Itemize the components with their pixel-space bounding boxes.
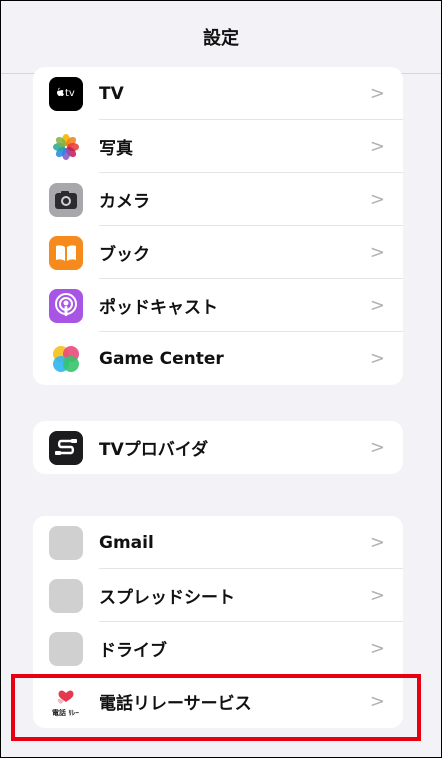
settings-row-camera[interactable]: カメラ > — [33, 173, 403, 226]
page-title: 設定 — [203, 28, 239, 49]
settings-label-tv: TV — [99, 83, 124, 104]
settings-label-podcasts: ポッドキャスト — [99, 298, 218, 318]
settings-row-tv-provider[interactable]: TVプロバイダ > — [33, 421, 403, 474]
settings-label-gmail: Gmail — [99, 532, 154, 553]
apple-tv-icon-text: tv — [65, 88, 75, 99]
sheets-icon — [49, 578, 83, 613]
settings-label-books: ブック — [99, 245, 150, 265]
chevron-right-icon: > — [369, 242, 385, 263]
apple-tv-icon: tv — [49, 76, 83, 111]
game-center-icon — [49, 341, 83, 376]
settings-group-tv-provider: TVプロバイダ > — [33, 421, 403, 474]
chevron-right-icon: > — [369, 83, 385, 104]
settings-row-tv[interactable]: tv TV > — [33, 67, 403, 120]
settings-label-photos: 写真 — [99, 139, 133, 159]
settings-row-game-center[interactable]: Game Center > — [33, 332, 403, 385]
chevron-right-icon: > — [369, 295, 385, 316]
chevron-right-icon: > — [369, 189, 385, 210]
settings-label-drive: ドライブ — [99, 641, 167, 661]
podcasts-icon — [49, 288, 83, 323]
chevron-right-icon: > — [369, 638, 385, 659]
chevron-right-icon: > — [369, 437, 385, 458]
navigation-bar: 設定 — [1, 1, 441, 74]
settings-row-sheets[interactable]: スプレッドシート > — [33, 569, 403, 622]
settings-row-photos[interactable]: 写真 > — [33, 120, 403, 173]
settings-row-gmail[interactable]: Gmail > — [33, 516, 403, 569]
settings-group-apps: tv TV > 写真 > カメラ > ブック > ポッドキャスト > Game … — [33, 67, 403, 385]
photos-icon — [49, 129, 83, 164]
settings-row-books[interactable]: ブック > — [33, 226, 403, 279]
settings-row-podcasts[interactable]: ポッドキャスト > — [33, 279, 403, 332]
settings-label-camera: カメラ — [99, 192, 150, 212]
books-icon — [49, 235, 83, 270]
settings-row-drive[interactable]: ドライブ > — [33, 622, 403, 675]
chevron-right-icon: > — [369, 532, 385, 553]
chevron-right-icon: > — [369, 348, 385, 369]
tv-provider-icon — [49, 430, 83, 465]
settings-label-game-center: Game Center — [99, 348, 224, 369]
settings-label-tv-provider: TVプロバイダ — [99, 440, 209, 460]
chevron-right-icon: > — [369, 136, 385, 157]
settings-label-sheets: スプレッドシート — [99, 588, 235, 608]
chevron-right-icon: > — [369, 585, 385, 606]
camera-icon — [49, 182, 83, 217]
gmail-icon — [49, 525, 83, 560]
highlight-box — [11, 674, 421, 741]
drive-icon — [49, 631, 83, 666]
settings-screen: 設定 tv TV > 写真 > カメラ > ブック > ポッドキャスト > Ga… — [0, 0, 442, 758]
